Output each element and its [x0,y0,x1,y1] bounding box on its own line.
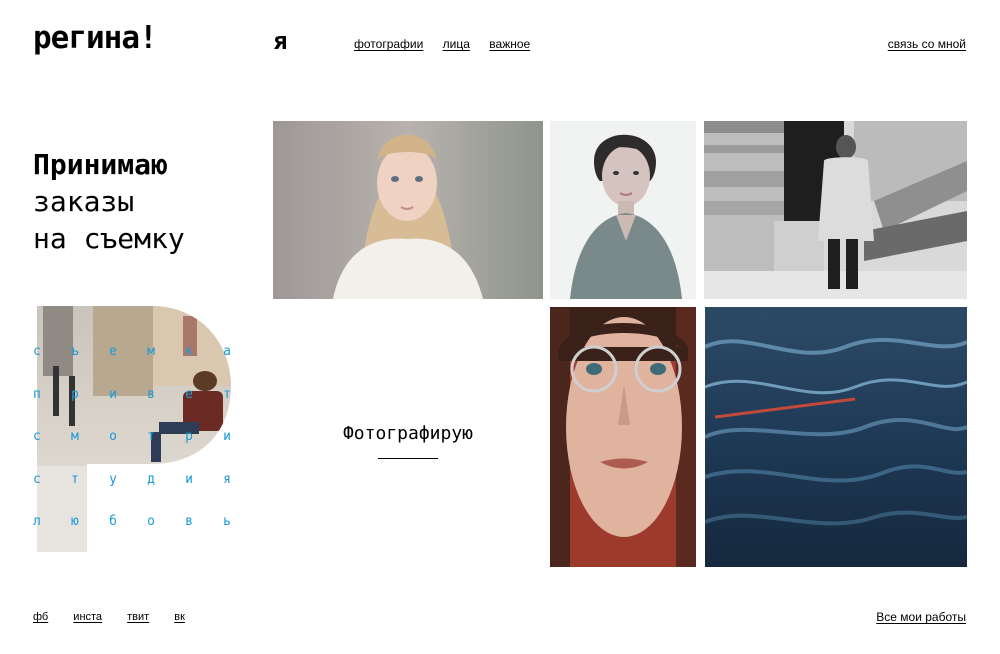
social-links: фб инста твит вк [33,611,207,623]
word-row: п р и в е т [33,387,231,430]
letter: т [223,386,231,402]
letter: ю [71,514,79,529]
letter: с [33,471,41,487]
letter: т [71,471,79,487]
letter: у [109,471,117,487]
photo-woman-bw[interactable] [550,121,696,299]
instagram-link[interactable]: инста [73,611,102,623]
letter: е [185,386,193,402]
letter: б [109,514,117,529]
letter: л [33,514,41,529]
letter: с [33,344,41,359]
word-grid: с ъ е м к а п р и в е т с м о т р и с т … [33,344,231,552]
word-row: с м о т р и [33,429,231,472]
letter: в [185,514,193,529]
hero-headline: Принимаю заказы на съемку [33,146,185,257]
letter: к [185,344,193,359]
letter: с [33,429,41,444]
photo-letter-block: с ъ е м к а п р и в е т с м о т р и с т … [33,306,233,552]
word-row: л ю б о в ь [33,514,231,552]
letter: п [33,386,41,402]
letter: ъ [71,344,79,359]
all-works-link[interactable]: Все мои работы [876,610,966,624]
photo-woman-glasses[interactable] [550,307,696,567]
letter: а [223,344,231,359]
photography-caption: Фотографирую [342,423,474,444]
letter: м [71,429,79,444]
letter: о [147,514,155,529]
hero-line-1: Принимаю [33,148,168,181]
twitter-link[interactable]: твит [127,611,149,623]
hero-line-2: заказы [33,185,135,218]
site-logo[interactable]: регина! [33,20,158,56]
letter: д [147,471,155,487]
word-row: с т у д и я [33,472,231,515]
letter: ь [223,514,231,529]
nav-photos-link[interactable]: фотографии [354,37,423,51]
caption-underline [378,458,438,459]
letter: о [109,429,117,444]
photo-old-man-steps[interactable] [704,121,967,299]
hero-line-3: на съемку [33,222,185,255]
facebook-link[interactable]: фб [33,611,48,623]
letter: в [147,386,155,402]
nav-faces-link[interactable]: лица [443,37,470,51]
letter: и [223,429,231,444]
letter: и [185,471,193,487]
photo-blonde-girl[interactable] [273,121,543,299]
about-me-link[interactable]: я [273,27,287,55]
contact-link[interactable]: связь со мной [888,37,966,51]
letter: р [185,429,193,444]
letter: т [147,429,155,444]
letter: я [223,471,231,487]
photography-caption-tile[interactable]: Фотографирую [273,307,543,567]
word-row: с ъ е м к а [33,344,231,387]
letter: м [147,344,155,359]
nav-important-link[interactable]: важное [489,37,530,51]
top-nav: фотографии лица важное [354,37,546,51]
photo-dark-water[interactable] [705,307,967,567]
vk-link[interactable]: вк [174,611,185,623]
letter: и [109,386,117,402]
letter: р [71,386,79,402]
letter: е [109,344,117,359]
